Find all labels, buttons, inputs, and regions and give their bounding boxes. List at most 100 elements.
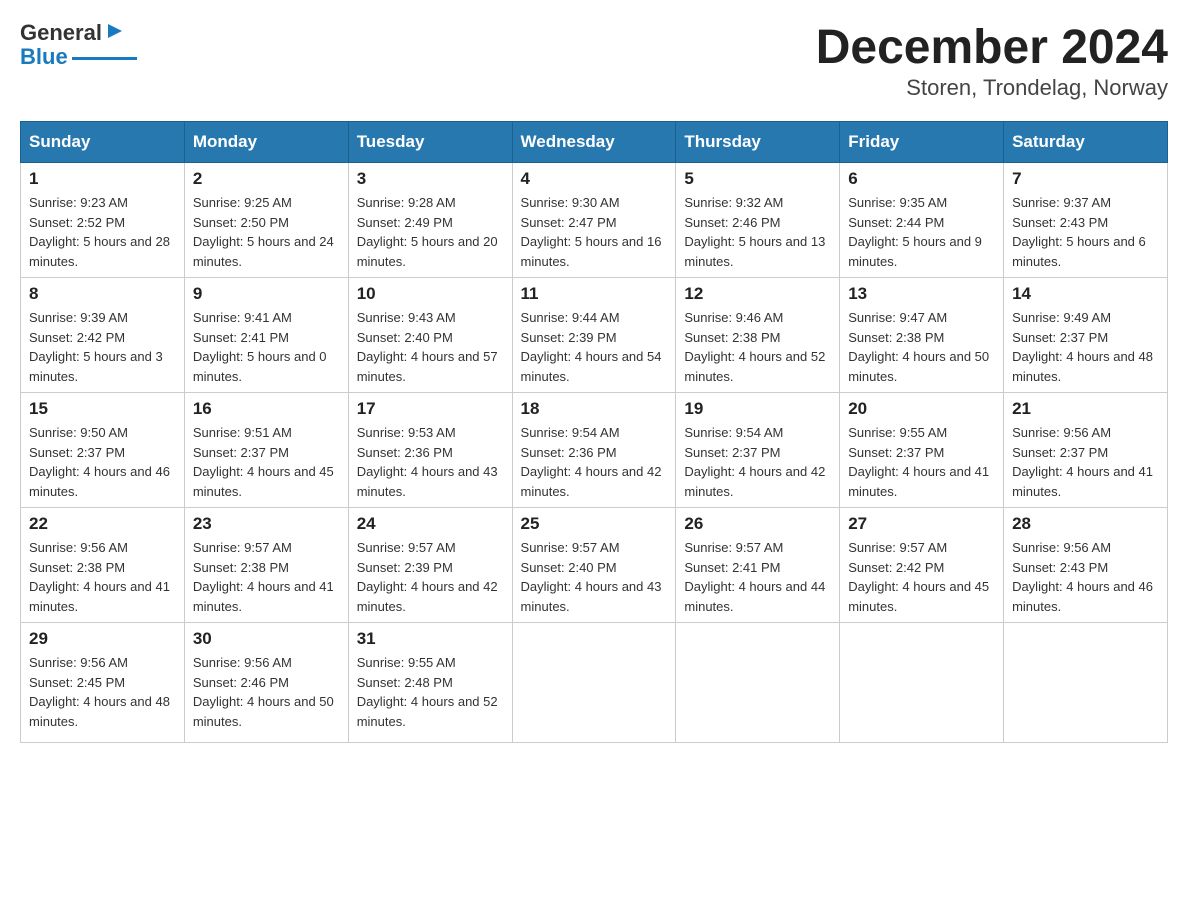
calendar-week-row: 8Sunrise: 9:39 AMSunset: 2:42 PMDaylight…	[21, 278, 1168, 393]
day-number: 29	[29, 629, 176, 649]
calendar-day-cell: 14Sunrise: 9:49 AMSunset: 2:37 PMDayligh…	[1004, 278, 1168, 393]
weekday-header-friday: Friday	[840, 122, 1004, 163]
day-number: 7	[1012, 169, 1159, 189]
calendar-day-cell	[676, 623, 840, 743]
calendar-day-cell: 31 Sunrise: 9:55 AMSunset: 2:48 PMDayligh…	[348, 623, 512, 743]
day-info: Sunrise: 9:54 AMSunset: 2:36 PMDaylight:…	[521, 423, 668, 501]
calendar-day-cell: 29 Sunrise: 9:56 AMSunset: 2:45 PMDayligh…	[21, 623, 185, 743]
day-number: 9	[193, 284, 340, 304]
calendar-day-cell: 18 Sunrise: 9:54 AMSunset: 2:36 PMDayligh…	[512, 393, 676, 508]
calendar-day-cell: 12Sunrise: 9:46 AMSunset: 2:38 PMDayligh…	[676, 278, 840, 393]
calendar-day-cell: 11Sunrise: 9:44 AMSunset: 2:39 PMDayligh…	[512, 278, 676, 393]
calendar-day-cell: 8Sunrise: 9:39 AMSunset: 2:42 PMDaylight…	[21, 278, 185, 393]
day-number: 18	[521, 399, 668, 419]
calendar-day-cell: 27 Sunrise: 9:57 AMSunset: 2:42 PMDayligh…	[840, 508, 1004, 623]
day-info: Sunrise: 9:41 AMSunset: 2:41 PMDaylight:…	[193, 308, 340, 386]
day-info: Sunrise: 9:47 AMSunset: 2:38 PMDaylight:…	[848, 308, 995, 386]
day-info: Sunrise: 9:43 AMSunset: 2:40 PMDaylight:…	[357, 308, 504, 386]
day-info: Sunrise: 9:56 AMSunset: 2:38 PMDaylight:…	[29, 538, 176, 616]
calendar-day-cell: 13 Sunrise: 9:47 AMSunset: 2:38 PMDayligh…	[840, 278, 1004, 393]
logo: General Blue	[20, 20, 137, 70]
calendar-week-row: 1 Sunrise: 9:23 AMSunset: 2:52 PMDaylight…	[21, 163, 1168, 278]
day-info: Sunrise: 9:37 AMSunset: 2:43 PMDaylight:…	[1012, 193, 1159, 271]
calendar-table: SundayMondayTuesdayWednesdayThursdayFrid…	[20, 121, 1168, 743]
page-header: General Blue December 2024 Storen, Trond…	[20, 20, 1168, 101]
calendar-day-cell: 26Sunrise: 9:57 AMSunset: 2:41 PMDayligh…	[676, 508, 840, 623]
day-info: Sunrise: 9:56 AMSunset: 2:46 PMDaylight:…	[193, 653, 340, 731]
weekday-header-thursday: Thursday	[676, 122, 840, 163]
calendar-day-cell: 22 Sunrise: 9:56 AMSunset: 2:38 PMDayligh…	[21, 508, 185, 623]
weekday-header-monday: Monday	[184, 122, 348, 163]
calendar-day-cell: 2 Sunrise: 9:25 AMSunset: 2:50 PMDaylight…	[184, 163, 348, 278]
day-number: 14	[1012, 284, 1159, 304]
day-number: 11	[521, 284, 668, 304]
weekday-header-sunday: Sunday	[21, 122, 185, 163]
day-number: 30	[193, 629, 340, 649]
calendar-day-cell: 7 Sunrise: 9:37 AMSunset: 2:43 PMDaylight…	[1004, 163, 1168, 278]
day-info: Sunrise: 9:56 AMSunset: 2:45 PMDaylight:…	[29, 653, 176, 731]
day-info: Sunrise: 9:25 AMSunset: 2:50 PMDaylight:…	[193, 193, 340, 271]
day-info: Sunrise: 9:51 AMSunset: 2:37 PMDaylight:…	[193, 423, 340, 501]
day-number: 4	[521, 169, 668, 189]
day-number: 5	[684, 169, 831, 189]
day-info: Sunrise: 9:57 AMSunset: 2:42 PMDaylight:…	[848, 538, 995, 616]
weekday-header-wednesday: Wednesday	[512, 122, 676, 163]
calendar-day-cell: 25Sunrise: 9:57 AMSunset: 2:40 PMDayligh…	[512, 508, 676, 623]
title-area: December 2024 Storen, Trondelag, Norway	[816, 20, 1168, 101]
day-number: 22	[29, 514, 176, 534]
day-info: Sunrise: 9:30 AMSunset: 2:47 PMDaylight:…	[521, 193, 668, 271]
calendar-day-cell: 24Sunrise: 9:57 AMSunset: 2:39 PMDayligh…	[348, 508, 512, 623]
day-number: 27	[848, 514, 995, 534]
calendar-week-row: 15Sunrise: 9:50 AMSunset: 2:37 PMDayligh…	[21, 393, 1168, 508]
day-info: Sunrise: 9:55 AMSunset: 2:37 PMDaylight:…	[848, 423, 995, 501]
calendar-day-cell: 3Sunrise: 9:28 AMSunset: 2:49 PMDaylight…	[348, 163, 512, 278]
day-info: Sunrise: 9:56 AMSunset: 2:37 PMDaylight:…	[1012, 423, 1159, 501]
day-number: 3	[357, 169, 504, 189]
location-text: Storen, Trondelag, Norway	[816, 75, 1168, 101]
day-number: 2	[193, 169, 340, 189]
day-number: 16	[193, 399, 340, 419]
logo-arrow-icon	[106, 22, 124, 40]
calendar-day-cell	[840, 623, 1004, 743]
day-number: 25	[521, 514, 668, 534]
day-info: Sunrise: 9:57 AMSunset: 2:41 PMDaylight:…	[684, 538, 831, 616]
day-number: 10	[357, 284, 504, 304]
logo-underline	[72, 57, 137, 60]
calendar-week-row: 22 Sunrise: 9:56 AMSunset: 2:38 PMDayligh…	[21, 508, 1168, 623]
day-number: 19	[684, 399, 831, 419]
day-info: Sunrise: 9:56 AMSunset: 2:43 PMDaylight:…	[1012, 538, 1159, 616]
day-info: Sunrise: 9:23 AMSunset: 2:52 PMDaylight:…	[29, 193, 176, 271]
day-number: 20	[848, 399, 995, 419]
calendar-week-row: 29 Sunrise: 9:56 AMSunset: 2:45 PMDayligh…	[21, 623, 1168, 743]
calendar-day-cell: 28 Sunrise: 9:56 AMSunset: 2:43 PMDayligh…	[1004, 508, 1168, 623]
day-number: 6	[848, 169, 995, 189]
day-info: Sunrise: 9:46 AMSunset: 2:38 PMDaylight:…	[684, 308, 831, 386]
day-number: 13	[848, 284, 995, 304]
logo-blue-text: Blue	[20, 44, 68, 70]
calendar-day-cell	[512, 623, 676, 743]
day-info: Sunrise: 9:50 AMSunset: 2:37 PMDaylight:…	[29, 423, 176, 501]
weekday-header-row: SundayMondayTuesdayWednesdayThursdayFrid…	[21, 122, 1168, 163]
calendar-day-cell: 6Sunrise: 9:35 AMSunset: 2:44 PMDaylight…	[840, 163, 1004, 278]
day-info: Sunrise: 9:53 AMSunset: 2:36 PMDaylight:…	[357, 423, 504, 501]
month-title: December 2024	[816, 20, 1168, 75]
day-number: 28	[1012, 514, 1159, 534]
day-info: Sunrise: 9:57 AMSunset: 2:39 PMDaylight:…	[357, 538, 504, 616]
day-number: 31	[357, 629, 504, 649]
calendar-day-cell: 5 Sunrise: 9:32 AMSunset: 2:46 PMDaylight…	[676, 163, 840, 278]
weekday-header-saturday: Saturday	[1004, 122, 1168, 163]
calendar-day-cell: 15Sunrise: 9:50 AMSunset: 2:37 PMDayligh…	[21, 393, 185, 508]
calendar-day-cell: 30 Sunrise: 9:56 AMSunset: 2:46 PMDayligh…	[184, 623, 348, 743]
day-number: 23	[193, 514, 340, 534]
day-info: Sunrise: 9:55 AMSunset: 2:48 PMDaylight:…	[357, 653, 504, 731]
day-info: Sunrise: 9:54 AMSunset: 2:37 PMDaylight:…	[684, 423, 831, 501]
day-info: Sunrise: 9:57 AMSunset: 2:38 PMDaylight:…	[193, 538, 340, 616]
day-number: 17	[357, 399, 504, 419]
calendar-day-cell: 23 Sunrise: 9:57 AMSunset: 2:38 PMDayligh…	[184, 508, 348, 623]
calendar-day-cell: 1 Sunrise: 9:23 AMSunset: 2:52 PMDaylight…	[21, 163, 185, 278]
day-info: Sunrise: 9:32 AMSunset: 2:46 PMDaylight:…	[684, 193, 831, 271]
day-number: 1	[29, 169, 176, 189]
calendar-day-cell: 16 Sunrise: 9:51 AMSunset: 2:37 PMDayligh…	[184, 393, 348, 508]
calendar-day-cell: 20 Sunrise: 9:55 AMSunset: 2:37 PMDayligh…	[840, 393, 1004, 508]
calendar-day-cell	[1004, 623, 1168, 743]
